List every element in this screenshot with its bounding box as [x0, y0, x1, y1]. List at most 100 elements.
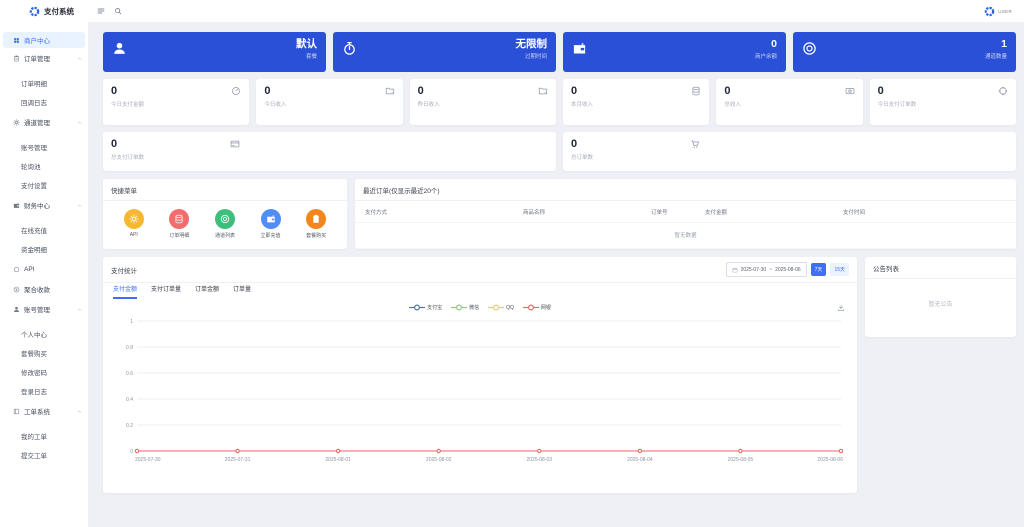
- hero-card-label: 商户余额: [755, 52, 777, 60]
- sidebar-item-14[interactable]: 个人中心: [0, 324, 88, 343]
- brand: 支付系统: [0, 6, 88, 17]
- tab-支付订单量[interactable]: 支付订单量: [151, 283, 181, 299]
- stat-card-value: 0: [111, 139, 548, 150]
- hero-card-row: 默认套餐无限制过期时间0商户余额1通道数量: [103, 32, 1016, 72]
- database-icon: [691, 86, 701, 96]
- svg-text:2025-08-02: 2025-08-02: [426, 457, 452, 463]
- user-icon: [112, 41, 127, 56]
- svg-text:2025-08-04: 2025-08-04: [627, 457, 653, 463]
- svg-text:2025-08-03: 2025-08-03: [526, 457, 552, 463]
- payment-stats-card: 支付统计 2025-07-30 ~ 2025-08-06 7天15天 支付金额支…: [103, 257, 857, 493]
- topbar: 支付系统 USER: [0, 0, 1024, 22]
- quick-item-label: 订单明细: [169, 232, 189, 239]
- hero-card-value: 默认: [296, 38, 317, 50]
- sidebar-item-6[interactable]: 轮询池: [0, 156, 88, 175]
- stat-card-value: 0: [264, 86, 394, 97]
- tab-订单量[interactable]: 订单量: [233, 283, 251, 299]
- sidebar-item-label: 资金明细: [21, 244, 47, 254]
- payment-stats-header: 支付统计 2025-07-30 ~ 2025-08-06 7天15天: [103, 257, 857, 283]
- stat-card-row: 0今日支付金额0今日收入0昨日收入0本月收入0总收入0今日支付订单数: [103, 79, 1016, 125]
- sidebar-item-label: 轮询池: [21, 161, 41, 171]
- sidebar-item-3[interactable]: 回调日志: [0, 92, 88, 111]
- stat-card-label: 今日支付订单数: [878, 100, 1008, 108]
- sidebar-item-20[interactable]: 提交工单: [0, 445, 88, 464]
- range-button-7天[interactable]: 7天: [811, 263, 827, 276]
- legend-item-支付宝[interactable]: 支付宝: [409, 304, 442, 311]
- wallet-icon: [13, 202, 20, 209]
- timer-icon: [342, 41, 357, 56]
- svg-text:0: 0: [130, 449, 133, 455]
- sidebar-item-10[interactable]: 资金明细: [0, 239, 88, 258]
- sidebar-item-0[interactable]: 商户中心: [3, 32, 85, 48]
- stats-line-chart: 00.20.40.60.812025-07-302025-07-312025-0…: [109, 313, 847, 471]
- sidebar-item-label: 通道管理: [24, 117, 50, 127]
- stat-card-value: 0: [878, 86, 1008, 97]
- search-icon[interactable]: [114, 7, 122, 15]
- svg-text:2025-08-06: 2025-08-06: [817, 457, 843, 463]
- quick-menu-title: 快捷菜单: [103, 179, 347, 201]
- wallet-icon: [572, 41, 587, 56]
- quick-item-label: 套餐购买: [306, 232, 326, 239]
- quick-item-订单明细[interactable]: 订单明细: [169, 209, 189, 239]
- sidebar-item-5[interactable]: 账号管理: [0, 137, 88, 156]
- hero-card-text: 默认套餐: [296, 38, 317, 68]
- sidebar-item-19[interactable]: 我的工单: [0, 426, 88, 445]
- user-area[interactable]: USER: [984, 6, 1024, 17]
- svg-text:0.2: 0.2: [126, 423, 133, 429]
- at-icon: [802, 41, 817, 56]
- sidebar-item-15[interactable]: 套餐购买: [0, 343, 88, 362]
- hero-card-value: 0: [755, 38, 777, 50]
- sidebar-item-4[interactable]: 通道管理: [0, 112, 88, 132]
- sidebar-item-13[interactable]: 账号管理: [0, 299, 88, 319]
- sidebar-item-18[interactable]: 工单系统: [0, 401, 88, 421]
- recent-orders-empty: 暂无数据: [355, 223, 1016, 249]
- hero-card-value: 1: [985, 38, 1007, 50]
- chevron-up-icon: [77, 307, 82, 312]
- quick-item-API[interactable]: API: [124, 209, 144, 239]
- quick-item-通道列表[interactable]: 通道列表: [215, 209, 235, 239]
- sidebar-item-16[interactable]: 修改密码: [0, 362, 88, 381]
- sidebar-item-8[interactable]: 财务中心: [0, 195, 88, 215]
- legend-marker: [451, 304, 467, 311]
- legend-label: 网银: [541, 304, 551, 311]
- tab-订单金额[interactable]: 订单金额: [195, 283, 219, 299]
- quick-item-套餐购买[interactable]: 套餐购买: [306, 209, 326, 239]
- stat-card-总支付订单数: 0总支付订单数: [103, 132, 556, 171]
- announcement-card: 公告列表 暂无公告: [865, 257, 1016, 337]
- stat-card-今日支付订单数: 0 今日支付订单数: [870, 79, 1016, 125]
- sidebar-item-label: 登录日志: [21, 386, 47, 396]
- user-logo-icon: [984, 6, 995, 17]
- stat-card-value: 0: [111, 86, 241, 97]
- stat-card-row-wide: 0总支付订单数0总订单数: [103, 132, 1016, 171]
- calendar-icon: [732, 267, 738, 273]
- sidebar-item-label: 套餐购买: [21, 348, 47, 358]
- hero-card-2: 0 商户余额: [563, 32, 786, 72]
- date-range-picker[interactable]: 2025-07-30 ~ 2025-08-06: [726, 262, 807, 277]
- range-button-15天[interactable]: 15天: [830, 263, 849, 276]
- tab-支付金额[interactable]: 支付金额: [113, 283, 137, 299]
- recent-orders-header-row: 支付方式商品名称订单号支付金额支付时间: [355, 201, 1016, 223]
- sidebar-item-12[interactable]: 聚合收款: [0, 279, 88, 299]
- stat-card-昨日收入: 0昨日收入: [410, 79, 556, 125]
- quick-item-立即充值[interactable]: 立即充值: [261, 209, 281, 239]
- legend-item-微信[interactable]: 微信: [451, 304, 479, 311]
- date-end: 2025-08-06: [775, 267, 801, 273]
- main-content: 默认套餐无限制过期时间0商户余额1通道数量 0今日支付金额0今日收入0昨日收入0…: [88, 22, 1024, 527]
- download-icon[interactable]: [837, 304, 845, 312]
- legend-item-QQ[interactable]: QQ: [488, 304, 514, 311]
- sidebar-item-2[interactable]: 订单明细: [0, 73, 88, 92]
- date-separator: ~: [769, 267, 772, 273]
- stat-card-value: 0: [571, 139, 1008, 150]
- hero-card-0: 默认套餐: [103, 32, 326, 72]
- sidebar-item-7[interactable]: 支付设置: [0, 175, 88, 194]
- legend-item-网银[interactable]: 网银: [523, 304, 551, 311]
- aim-icon: [998, 86, 1008, 96]
- user-label: USER: [998, 9, 1012, 14]
- stat-card-label: 今日支付金额: [111, 100, 241, 108]
- sidebar-item-1[interactable]: 订单管理: [0, 48, 88, 68]
- menu-collapse-icon[interactable]: [97, 7, 105, 15]
- sidebar-item-11[interactable]: API: [0, 259, 88, 279]
- hero-card-label: 过期时间: [516, 52, 548, 60]
- sidebar-item-17[interactable]: 登录日志: [0, 381, 88, 400]
- sidebar-item-9[interactable]: 在线充值: [0, 220, 88, 239]
